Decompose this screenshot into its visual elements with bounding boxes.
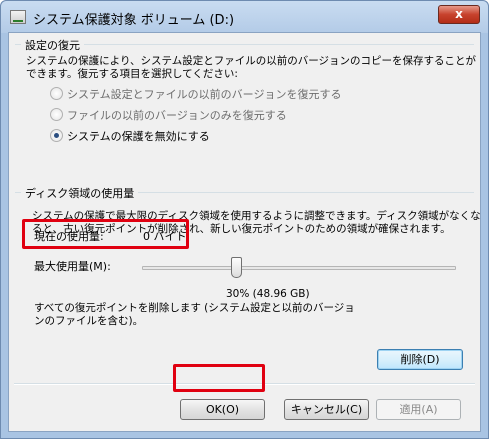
delete-description: すべての復元ポイントを削除します (システム設定と以前のバージョ ンのファイルを… [34, 302, 355, 328]
delete-button[interactable]: 削除(D) [377, 349, 463, 370]
close-button[interactable]: x [438, 5, 480, 24]
ok-button[interactable]: OK(O) [180, 399, 265, 420]
radio-button-selected[interactable] [50, 129, 63, 142]
delete-description-line2: ンのファイルを含む)。 [34, 315, 144, 327]
ok-button-highlight [173, 364, 265, 392]
restore-settings-title: 設定の復元 [21, 37, 84, 53]
cancel-button[interactable]: キャンセル(C) [284, 399, 369, 420]
dialog-window: システム保護対象 ボリューム (D:) x 設定の復元 システムの保護により、シ… [0, 0, 489, 439]
max-usage-value: 30% (48.96 GB) [226, 288, 310, 300]
radio-restore-settings-and-files[interactable]: システム設定とファイルの以前のバージョンを復元する [50, 86, 341, 101]
radio-button[interactable] [50, 108, 63, 121]
radio-label: システム設定とファイルの以前のバージョンを復元する [67, 87, 342, 101]
radio-label: ファイルの以前のバージョンのみを復元する [67, 108, 287, 122]
drive-icon [10, 10, 26, 24]
title-bar[interactable]: システム保護対象 ボリューム (D:) x [1, 1, 488, 33]
current-usage-label: 現在の使用量: [34, 230, 104, 243]
delete-description-line1: すべての復元ポイントを削除します (システム設定と以前のバージョ [34, 302, 355, 314]
disk-usage-group: ディスク領域の使用量 [15, 185, 474, 201]
current-usage-value: 0 バイト [143, 230, 187, 243]
restore-description-line2: できます。復元する項目を選択してください: [26, 68, 238, 80]
restore-description-line1: システムの保護により、システム設定とファイルの以前のバージョンのコピーを保存する… [26, 55, 477, 67]
radio-disable-protection[interactable]: システムの保護を無効にする [50, 128, 210, 143]
restore-settings-group: 設定の復元 [15, 37, 474, 53]
radio-button[interactable] [50, 87, 63, 100]
apply-button[interactable]: 適用(A) [376, 399, 461, 420]
radio-label: システムの保護を無効にする [67, 129, 210, 143]
max-usage-label: 最大使用量(M): [34, 260, 111, 273]
max-usage-slider-track[interactable] [142, 266, 456, 270]
window-title: システム保護対象 ボリューム (D:) [33, 13, 235, 28]
radio-restore-files-only[interactable]: ファイルの以前のバージョンのみを復元する [50, 107, 287, 122]
max-usage-slider-thumb[interactable] [231, 257, 242, 278]
disk-usage-title: ディスク領域の使用量 [21, 185, 139, 201]
